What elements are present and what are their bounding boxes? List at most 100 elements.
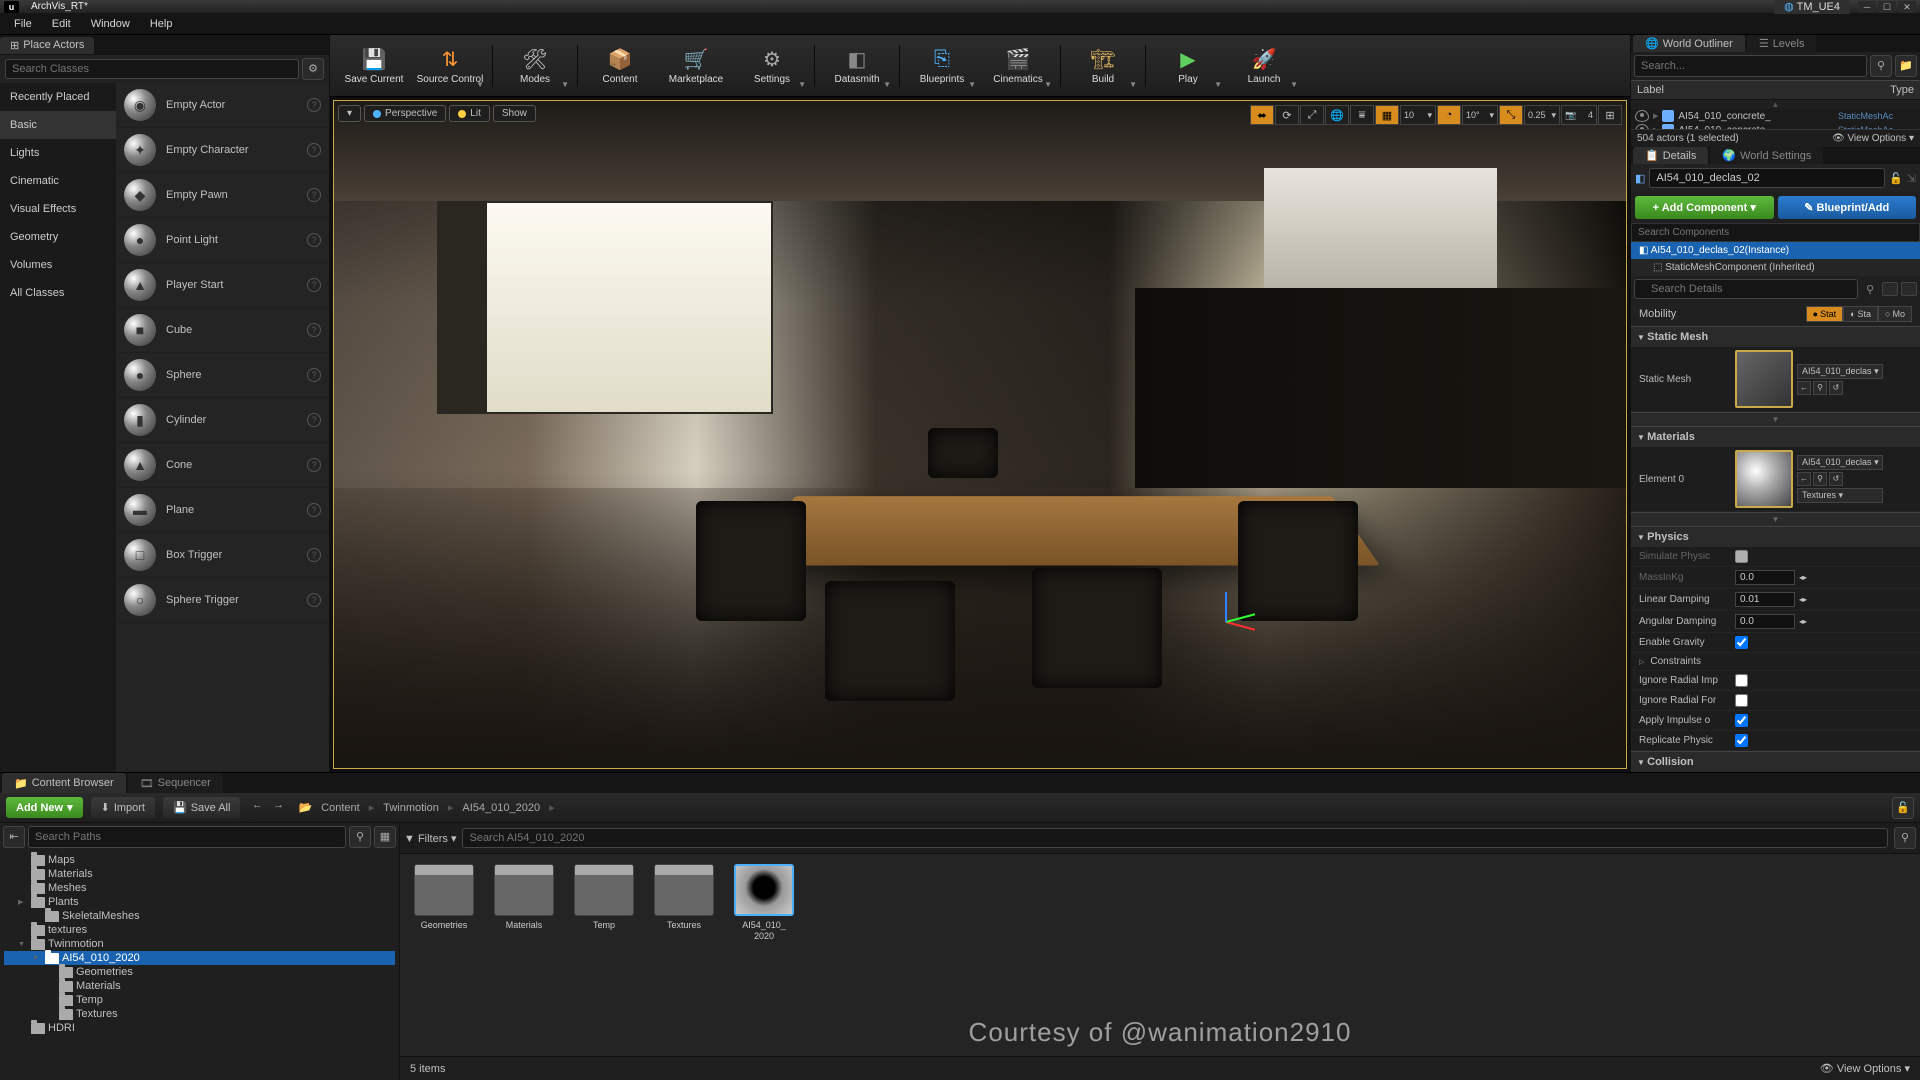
grid-snap-value[interactable]: 10▾ [1400, 105, 1436, 125]
camera-speed[interactable]: 📷 4 [1561, 105, 1597, 125]
visibility-icon[interactable] [1635, 110, 1649, 122]
asset-use-icon[interactable]: ← [1797, 381, 1811, 395]
toolbar-content[interactable]: 📦Content [584, 39, 656, 93]
tree-textures[interactable]: Textures [4, 1007, 395, 1021]
add-component-button[interactable]: + Add Component ▾ [1635, 196, 1774, 219]
tree-materials[interactable]: Materials [4, 979, 395, 993]
cb-view-options[interactable]: 👁 View Options ▾ [1820, 1062, 1910, 1075]
static-mesh-picker[interactable]: AI54_010_declas ▾ [1797, 364, 1883, 379]
scale-snap-value[interactable]: 0.25▾ [1524, 105, 1560, 125]
material-thumbnail[interactable] [1735, 450, 1793, 508]
tree-maps[interactable]: Maps [4, 853, 395, 867]
sources-search[interactable] [28, 826, 346, 848]
checkbox[interactable] [1735, 636, 1748, 649]
world-outliner-tab[interactable]: 🌐 World Outliner [1633, 35, 1745, 52]
place-item-point-light[interactable]: ●Point Light? [116, 218, 329, 263]
outliner-add-folder[interactable]: 📁 [1895, 55, 1917, 77]
info-icon[interactable]: ? [307, 233, 321, 247]
toolbar-modes[interactable]: 🛠Modes▼ [499, 39, 571, 93]
section-materials[interactable]: Materials [1631, 426, 1920, 447]
components-search[interactable] [1631, 223, 1920, 242]
search-options-button[interactable]: ⚙ [302, 58, 324, 80]
translate-tool-icon[interactable]: ⬌ [1250, 105, 1274, 125]
tree-textures[interactable]: textures [4, 923, 395, 937]
place-item-box-trigger[interactable]: □Box Trigger? [116, 533, 329, 578]
outliner-row[interactable]: ▶AI54_010_concrete_StaticMeshAc [1631, 109, 1920, 123]
rotate-tool-icon[interactable]: ⟳ [1275, 105, 1299, 125]
place-actors-tab[interactable]: ⊞ Place Actors [0, 37, 94, 54]
place-item-cube[interactable]: ■Cube? [116, 308, 329, 353]
info-icon[interactable]: ? [307, 458, 321, 472]
tree-skeletalmeshes[interactable]: SkeletalMeshes [4, 909, 395, 923]
mobility-stationary[interactable]: ◐ Sta [1843, 306, 1878, 322]
actor-lock-icon[interactable]: 🔓 [1889, 172, 1903, 185]
nav-forward[interactable]: → [269, 799, 287, 817]
blueprint-add-button[interactable]: ✎ Blueprint/Add [1778, 196, 1917, 219]
textures-dropdown[interactable]: Textures ▾ [1797, 488, 1883, 503]
info-icon[interactable]: ? [307, 413, 321, 427]
sequencer-tab[interactable]: 🎞 Sequencer [128, 773, 223, 793]
tree-temp[interactable]: Temp [4, 993, 395, 1007]
outliner-search[interactable] [1634, 55, 1867, 77]
material-picker[interactable]: AI54_010_declas ▾ [1797, 455, 1883, 470]
tree-twinmotion[interactable]: Twinmotion [4, 937, 395, 951]
visibility-icon[interactable] [1635, 124, 1649, 129]
import-button[interactable]: ⬇ Import [91, 797, 155, 818]
outliner-search-options[interactable]: ⚲ [1870, 55, 1892, 77]
info-icon[interactable]: ? [307, 98, 321, 112]
menu-help[interactable]: Help [140, 16, 183, 32]
info-icon[interactable]: ? [307, 188, 321, 202]
add-new-button[interactable]: Add New ▾ [6, 797, 83, 818]
toolbar-save-current[interactable]: 💾Save Current [338, 39, 410, 93]
mobility-static[interactable]: ● Stat [1806, 306, 1843, 322]
assets-search-icon[interactable]: ⚲ [1894, 827, 1916, 849]
place-cat-volumes[interactable]: Volumes [0, 251, 116, 279]
asset-materials[interactable]: Materials [490, 864, 558, 1046]
asset-ai54_010_-2020[interactable]: AI54_010_2020 [730, 864, 798, 1046]
info-icon[interactable]: ? [307, 143, 321, 157]
cb-lock-icon[interactable]: 🔓 [1892, 797, 1914, 819]
mobility-movable[interactable]: ○ Mo [1878, 306, 1912, 322]
levels-tab[interactable]: ☰ Levels [1747, 35, 1817, 52]
toolbar-settings[interactable]: ⚙Settings▼ [736, 39, 808, 93]
filters-dropdown[interactable]: ▼ Filters ▾ [404, 832, 456, 845]
surface-snap-icon[interactable]: ⩸ [1350, 105, 1374, 125]
number-input[interactable] [1735, 592, 1795, 607]
actor-name-field[interactable] [1649, 168, 1885, 188]
place-item-empty-pawn[interactable]: ◆Empty Pawn? [116, 173, 329, 218]
asset-textures[interactable]: Textures [650, 864, 718, 1046]
tree-plants[interactable]: Plants [4, 895, 395, 909]
viewport-maximize-icon[interactable]: ⊞ [1598, 105, 1622, 125]
place-item-plane[interactable]: ▬Plane? [116, 488, 329, 533]
close-button[interactable]: ✕ [1898, 1, 1916, 13]
place-item-player-start[interactable]: ▲Player Start? [116, 263, 329, 308]
place-actors-search[interactable] [5, 59, 299, 79]
sources-toggle-icon[interactable]: ⇤ [3, 826, 25, 848]
angle-snap-value[interactable]: 10°▾ [1462, 105, 1498, 125]
checkbox[interactable] [1735, 694, 1748, 707]
sources-search-icon[interactable]: ⚲ [349, 826, 371, 848]
chevron-right-icon[interactable]: ▷ [1639, 658, 1644, 666]
checkbox[interactable] [1735, 550, 1748, 563]
scale-snap-icon[interactable]: ⤡ [1499, 105, 1523, 125]
viewport-options-button[interactable]: ▾ [338, 105, 361, 122]
info-icon[interactable]: ? [307, 323, 321, 337]
place-cat-geometry[interactable]: Geometry [0, 223, 116, 251]
info-icon[interactable]: ? [307, 548, 321, 562]
asset-geometries[interactable]: Geometries [410, 864, 478, 1046]
info-icon[interactable]: ? [307, 278, 321, 292]
toolbar-blueprints[interactable]: ⎘Blueprints▼ [906, 39, 978, 93]
viewport-lit[interactable]: Lit [449, 105, 490, 122]
breadcrumb-1[interactable]: Twinmotion [380, 802, 442, 814]
place-cat-all-classes[interactable]: All Classes [0, 279, 116, 307]
place-cat-recently-placed[interactable]: Recently Placed [0, 83, 116, 111]
place-cat-basic[interactable]: Basic [0, 111, 116, 139]
info-icon[interactable]: ? [307, 503, 321, 517]
grid-snap-icon[interactable]: ▦ [1375, 105, 1399, 125]
component-smc-row[interactable]: ⬚ StaticMeshComponent (Inherited) [1631, 259, 1920, 276]
toolbar-cinematics[interactable]: 🎬Cinematics▼ [982, 39, 1054, 93]
place-cat-cinematic[interactable]: Cinematic [0, 167, 116, 195]
menu-edit[interactable]: Edit [42, 16, 81, 32]
world-settings-tab[interactable]: 🌍 World Settings [1710, 147, 1823, 164]
minimize-button[interactable]: ─ [1858, 1, 1876, 13]
